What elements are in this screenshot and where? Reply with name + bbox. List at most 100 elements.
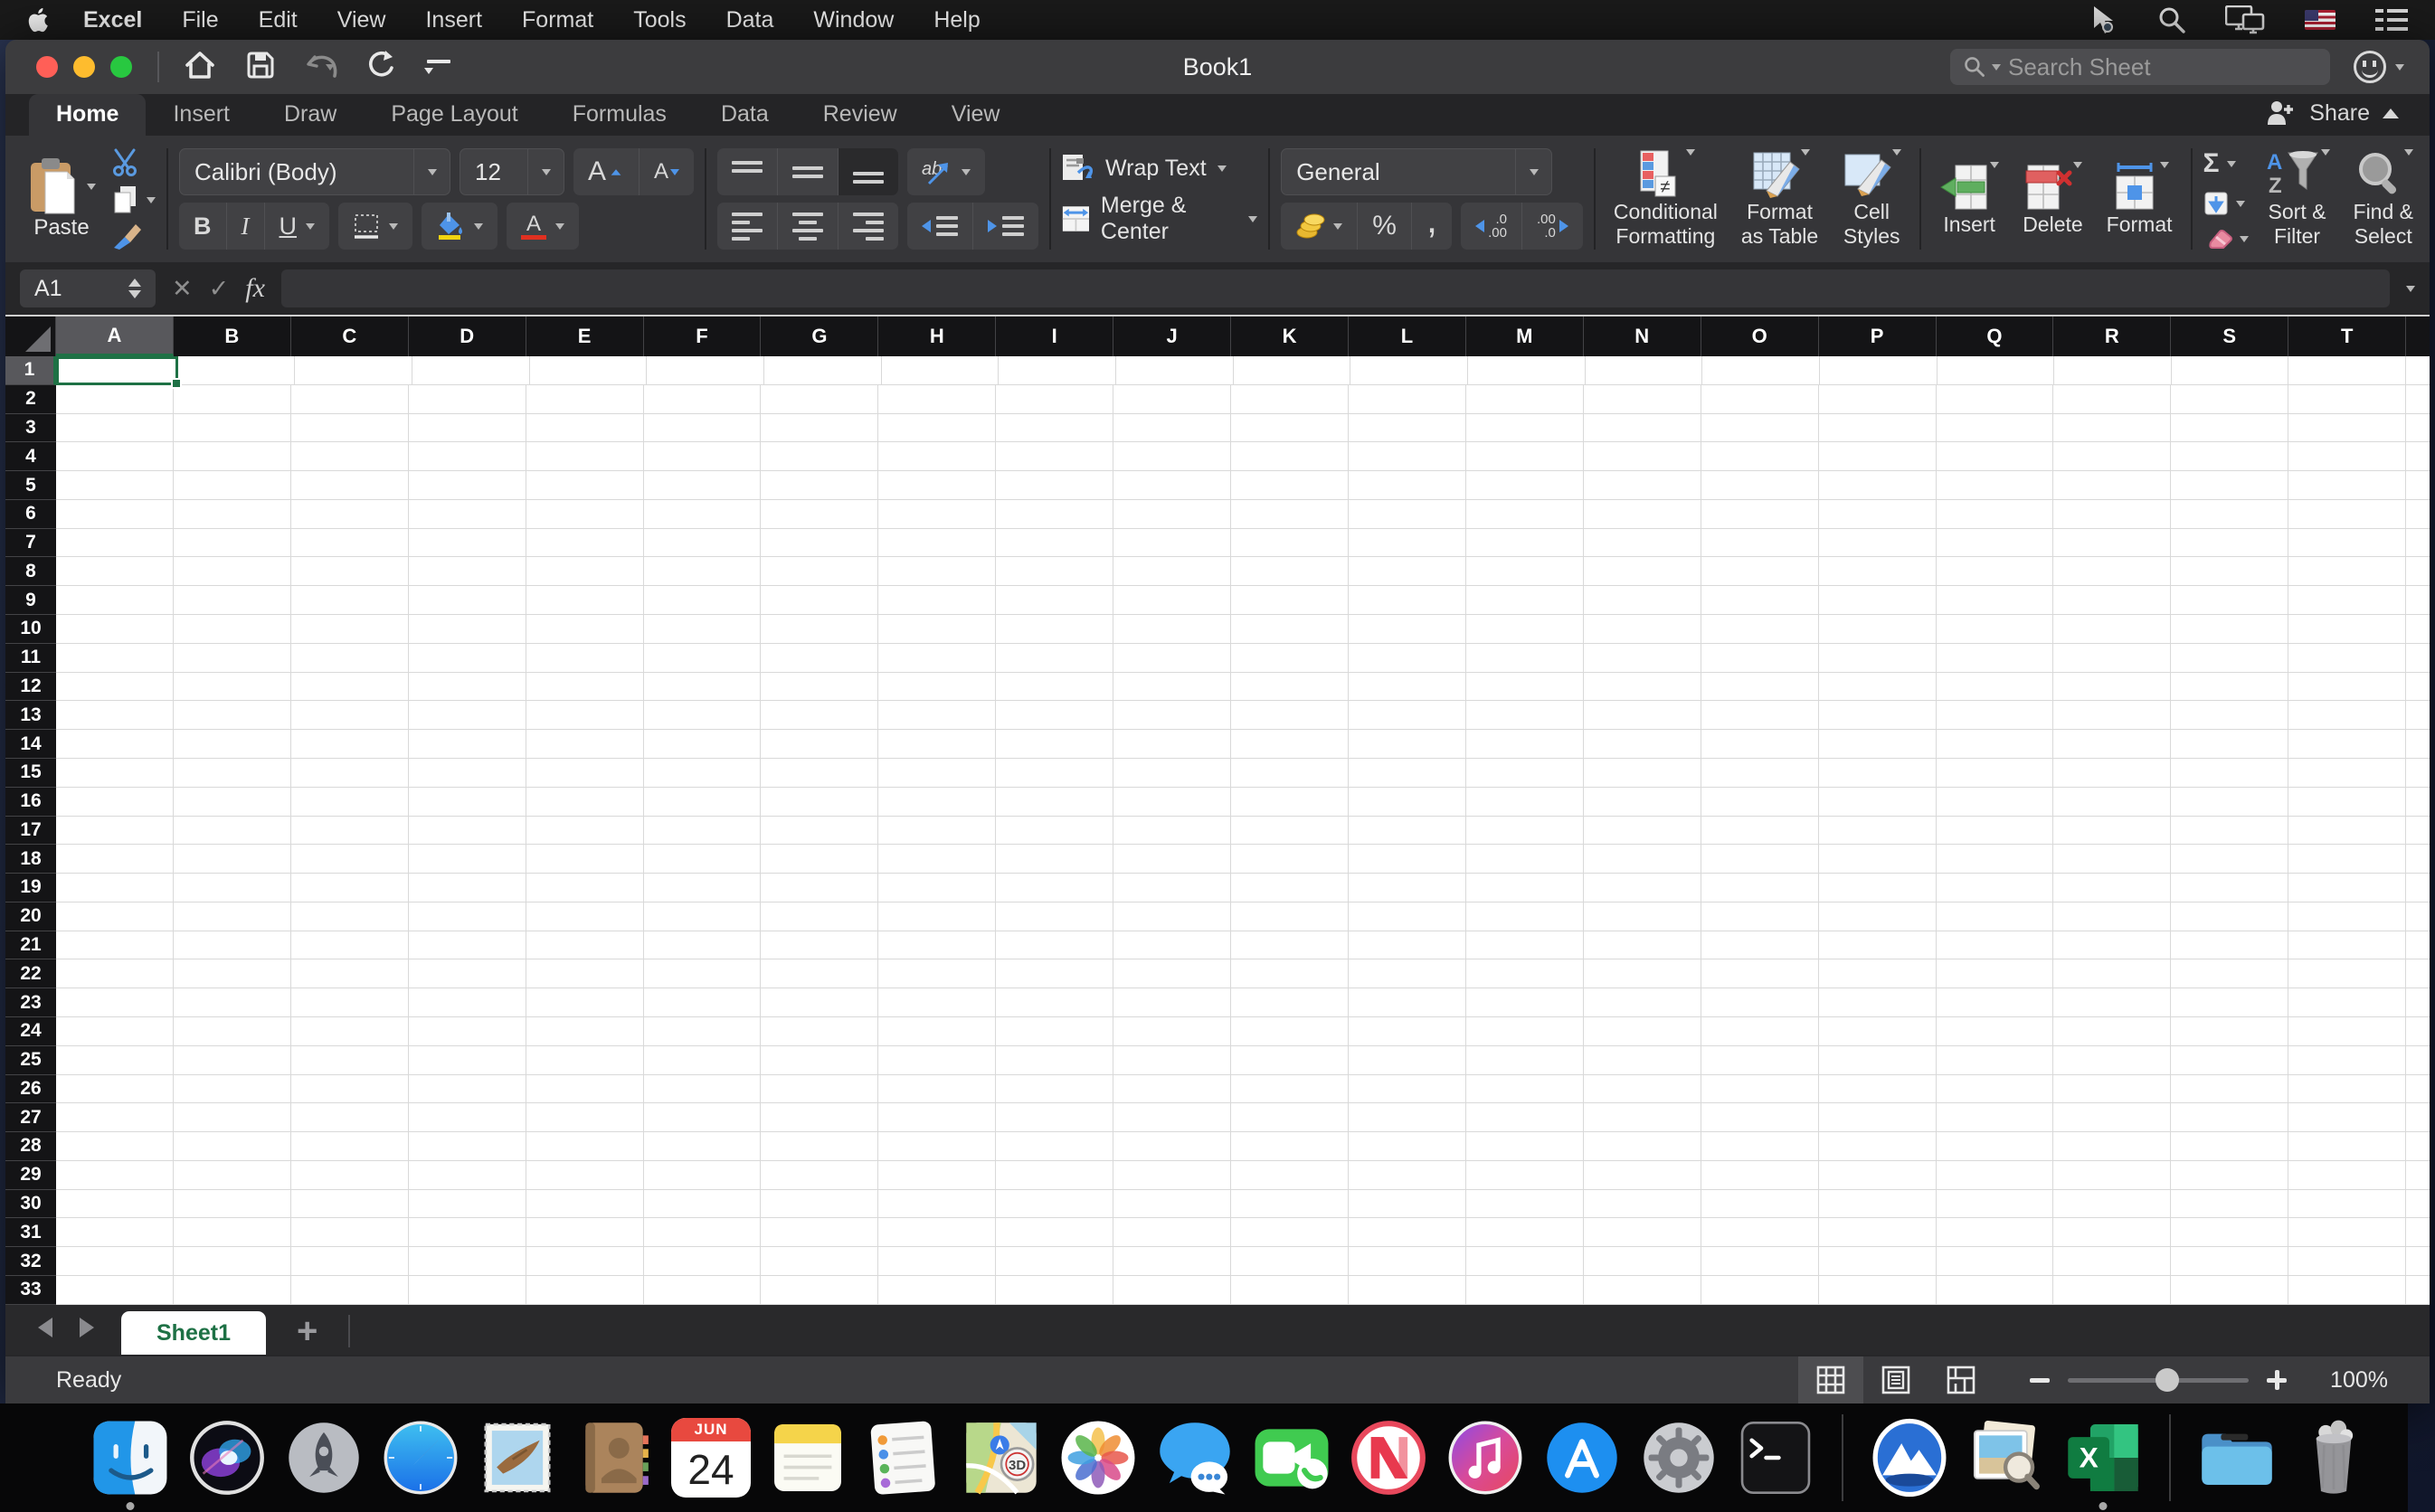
cell-A3[interactable] xyxy=(56,413,174,443)
cell-B12[interactable] xyxy=(173,672,291,702)
cell-E19[interactable] xyxy=(526,874,644,902)
cell-P26[interactable] xyxy=(1818,1074,1937,1104)
cell-O7[interactable] xyxy=(1701,528,1819,558)
cell-K15[interactable] xyxy=(1231,758,1349,788)
cell-O22[interactable] xyxy=(1701,959,1819,989)
cell-J25[interactable] xyxy=(1113,1045,1232,1075)
cell-R25[interactable] xyxy=(2053,1045,2172,1075)
cell-S30[interactable] xyxy=(2171,1189,2289,1219)
cell-I18[interactable] xyxy=(996,845,1114,874)
cell-G19[interactable] xyxy=(761,874,879,902)
column-header-E[interactable]: E xyxy=(526,317,644,356)
cell-N23[interactable] xyxy=(1583,988,1701,1017)
cell-F7[interactable] xyxy=(643,528,762,558)
cell-T6[interactable] xyxy=(2288,499,2407,529)
cell-partial[interactable] xyxy=(2406,1218,2430,1248)
row-header-16[interactable]: 16 xyxy=(5,787,56,817)
cell-M29[interactable] xyxy=(1465,1160,1584,1190)
cell-K2[interactable] xyxy=(1231,384,1349,414)
cell-I1[interactable] xyxy=(999,356,1116,385)
zoom-slider-thumb[interactable] xyxy=(2155,1368,2179,1392)
cell-partial[interactable] xyxy=(2406,1103,2430,1133)
cell-D17[interactable] xyxy=(408,816,526,846)
cell-A9[interactable] xyxy=(56,586,174,616)
cell-partial[interactable] xyxy=(2406,615,2430,644)
cell-L13[interactable] xyxy=(1348,701,1466,731)
prev-sheet-icon[interactable] xyxy=(38,1318,52,1337)
cell-F9[interactable] xyxy=(643,586,762,616)
cell-I23[interactable] xyxy=(996,988,1114,1017)
dock-item-facetime[interactable] xyxy=(1252,1418,1331,1498)
cell-E6[interactable] xyxy=(526,499,644,529)
cell-M2[interactable] xyxy=(1465,384,1584,414)
cell-D25[interactable] xyxy=(408,1045,526,1075)
cell-S12[interactable] xyxy=(2171,672,2289,702)
cell-L14[interactable] xyxy=(1348,730,1466,759)
cell-partial[interactable] xyxy=(2406,1045,2430,1075)
cell-D32[interactable] xyxy=(408,1247,526,1276)
cell-C4[interactable] xyxy=(290,442,409,472)
clear-button[interactable] xyxy=(2203,228,2249,250)
cell-N19[interactable] xyxy=(1583,874,1701,902)
cell-G22[interactable] xyxy=(761,959,879,989)
cell-K18[interactable] xyxy=(1231,845,1349,874)
cell-C16[interactable] xyxy=(290,787,409,817)
cell-E17[interactable] xyxy=(526,816,644,846)
search-sheet-box[interactable] xyxy=(1950,49,2330,85)
cell-M12[interactable] xyxy=(1465,672,1584,702)
cell-F8[interactable] xyxy=(643,557,762,587)
row-header-5[interactable]: 5 xyxy=(5,471,56,500)
cell-B15[interactable] xyxy=(173,758,291,788)
cell-F32[interactable] xyxy=(643,1247,762,1276)
cell-B6[interactable] xyxy=(173,499,291,529)
cell-S32[interactable] xyxy=(2171,1247,2289,1276)
fill-color-button[interactable] xyxy=(422,203,497,250)
cell-D20[interactable] xyxy=(408,902,526,931)
minimize-button[interactable] xyxy=(73,56,95,78)
cell-L10[interactable] xyxy=(1348,615,1466,644)
cell-J13[interactable] xyxy=(1113,701,1232,731)
cell-A2[interactable] xyxy=(56,384,174,414)
cell-C7[interactable] xyxy=(290,528,409,558)
menu-item-tools[interactable]: Tools xyxy=(613,7,706,33)
cell-O24[interactable] xyxy=(1701,1016,1819,1046)
cell-P19[interactable] xyxy=(1818,874,1937,902)
cell-B9[interactable] xyxy=(173,586,291,616)
row-header-23[interactable]: 23 xyxy=(5,988,56,1017)
cell-C33[interactable] xyxy=(290,1276,409,1305)
cell-R12[interactable] xyxy=(2053,672,2172,702)
cell-R4[interactable] xyxy=(2053,442,2172,472)
formula-input[interactable] xyxy=(280,269,2390,307)
cell-C3[interactable] xyxy=(290,413,409,443)
cell-P1[interactable] xyxy=(1819,356,1938,385)
cell-K30[interactable] xyxy=(1231,1189,1349,1219)
cell-D9[interactable] xyxy=(408,586,526,616)
cell-G6[interactable] xyxy=(761,499,879,529)
cell-O8[interactable] xyxy=(1701,557,1819,587)
cell-C32[interactable] xyxy=(290,1247,409,1276)
cell-I9[interactable] xyxy=(996,586,1114,616)
cell-partial[interactable] xyxy=(2406,586,2430,616)
cell-M15[interactable] xyxy=(1465,758,1584,788)
cell-T28[interactable] xyxy=(2288,1132,2407,1161)
cell-J12[interactable] xyxy=(1113,672,1232,702)
cell-S2[interactable] xyxy=(2171,384,2289,414)
cell-M13[interactable] xyxy=(1465,701,1584,731)
cell-G25[interactable] xyxy=(761,1045,879,1075)
cell-D21[interactable] xyxy=(408,931,526,960)
cell-B8[interactable] xyxy=(173,557,291,587)
cell-N11[interactable] xyxy=(1583,643,1701,673)
cut-button[interactable] xyxy=(112,148,156,177)
search-icon[interactable] xyxy=(2158,6,2185,33)
cell-P7[interactable] xyxy=(1818,528,1937,558)
cell-H10[interactable] xyxy=(878,615,997,644)
cell-D13[interactable] xyxy=(408,701,526,731)
cell-E7[interactable] xyxy=(526,528,644,558)
cell-R11[interactable] xyxy=(2053,643,2172,673)
cell-I22[interactable] xyxy=(996,959,1114,989)
cell-partial[interactable] xyxy=(2406,1016,2430,1046)
cell-P2[interactable] xyxy=(1818,384,1937,414)
cell-G8[interactable] xyxy=(761,557,879,587)
format-dropdown-icon[interactable] xyxy=(2160,161,2170,168)
cell-K13[interactable] xyxy=(1231,701,1349,731)
